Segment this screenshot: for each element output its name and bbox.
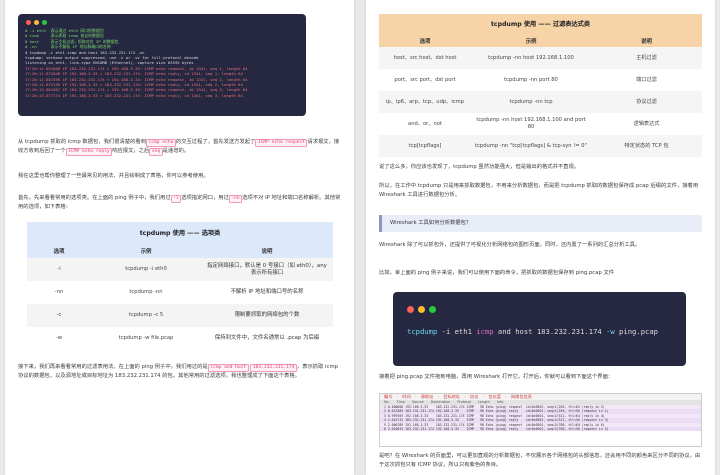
- terminal-command: tcpdump -i eth1 icmp and host 183.232.23…: [407, 327, 659, 336]
- table-cell: 主机过滤: [636, 54, 657, 61]
- table-cell: 端口过滤: [636, 76, 657, 83]
- inline-code: ICMP echo reply: [65, 148, 113, 156]
- table-cell: tcpdump -nn host 192.168.1.100: [488, 54, 574, 61]
- terminal-screenshot: # -i eth1 表示通过 eth1 网口抓数据包 # icmp 表示抓取 ic…: [18, 14, 306, 116]
- table-cell: -w: [55, 335, 63, 341]
- table-cell: tcpdump -nn port 80: [504, 76, 558, 83]
- wireshark-screenshot: 编号 · 时间 · 源地址 · 目标地址 · 协议 · 包长度 · 网络包信息 …: [379, 393, 702, 447]
- paragraph: 首先，先来看看常用的选项类。在上面的 ping 例子中，我们用过 -i 选项指定网口…: [18, 195, 341, 210]
- table-row: ip、ip6、arp、tcp、udp、icmp tcpdump -nn tcp 协议…: [379, 91, 702, 113]
- minimize-dot-icon: [418, 306, 425, 313]
- inline-code: ICMP echo request: [255, 139, 308, 147]
- table-cell: 指定网络接口，默认是 0 号接口（如 eth0），any 表示所有接口: [207, 262, 327, 276]
- column-header: 示例: [140, 249, 152, 255]
- terminal-line: 17:26:13.877274 IP 192.168.3.33 > 183.23…: [25, 92, 243, 98]
- minimize-dot-icon: [34, 20, 39, 25]
- inline-code: icmp and host: [207, 364, 249, 372]
- table-row: and、or、not tcpdump -nn host 192.168.1.100…: [379, 113, 702, 135]
- maximize-dot-icon: [42, 20, 47, 25]
- terminal-output: # -i eth1 表示通过 eth1 网口抓数据包 # icmp 表示抓取 ic…: [25, 28, 301, 98]
- window-controls: [407, 306, 436, 313]
- maximize-dot-icon: [429, 306, 436, 313]
- paragraph: 从 tcpdump 抓取的 icmp 数据包，我们很清楚的看到 icmp echo…: [18, 139, 340, 156]
- close-dot-icon: [407, 306, 414, 313]
- inline-code: icmp echo: [146, 139, 176, 147]
- wireshark-packet-row: 6 2.016625 183.232.231.174 192.168.3.33 …: [380, 426, 701, 432]
- paragraph: 我在这里也帮你整理了一些最常见的用法，并且绘制成了表格，你可以参考使用。: [18, 173, 209, 179]
- table-cell: port、src port、dst port: [394, 76, 456, 83]
- table-row: -i tcpdump -i eth0 指定网络接口，默认是 0 号接口（如 eth0…: [27, 258, 333, 281]
- table-cell: 保持到文件中，文件名通常以 .pcap 为后缀: [214, 335, 320, 341]
- table-title: tcpdump 使用 —— 选项类: [27, 222, 333, 244]
- table-cell: tcpdump -w file.pcap: [118, 335, 174, 341]
- terminal-screenshot: tcpdump -i eth1 icmp and host 183.232.23…: [393, 292, 686, 366]
- options-table: tcpdump 使用 —— 选项类 选项 示例 说明 -i tcpdump -i …: [27, 222, 333, 350]
- inline-code: -i: [170, 195, 182, 203]
- column-header: 选项: [419, 38, 431, 45]
- table-cell: 不解析 IP 地址和端口号的名称: [230, 289, 304, 295]
- paragraph: 所以，在工作中 tcpdump 只是用来抓取数据包，不用来分析数据包，而是把 t…: [379, 183, 699, 198]
- table-row: tcp[tcpflags] tcpdump -nn "tcp[tcpflags] …: [379, 135, 702, 157]
- table-cell: tcpdump -c 5: [128, 312, 164, 318]
- table-cell: tcpdump -nn "tcp[tcpflags] & tcp-syn != …: [475, 142, 587, 149]
- table-cell: 逻辑表达式: [633, 120, 660, 127]
- paragraph: Wireshark 除了可以抓包外，还提供了可视化分析网络包的图形页面，同时，还…: [379, 242, 641, 248]
- column-header: 选项: [53, 249, 65, 255]
- inline-code: 183.232.231.174: [250, 364, 297, 372]
- inline-code: seq: [149, 148, 163, 156]
- column-header: 说明: [641, 38, 652, 45]
- document-page-left: # -i eth1 表示通过 eth1 网口抓数据包 # icmp 表示抓取 ic…: [5, 0, 354, 475]
- table-cell: -c: [56, 312, 62, 318]
- close-dot-icon: [26, 20, 31, 25]
- table-cell: -i: [57, 266, 61, 272]
- table-cell: ip、ip6、arp、tcp、udp、icmp: [385, 98, 464, 105]
- paragraph: 接下来，我们再来看看常用的过滤表用法。在上面的 ping 例子中，我们用过的是 i…: [18, 364, 338, 379]
- column-header: 说明: [261, 249, 273, 255]
- wireshark-packet-list: 1 0.000000 192.168.3.33 183.232.231.174 …: [380, 405, 701, 432]
- table-row: -nn tcpdump -nn 不解析 IP 地址和端口号的名称: [27, 281, 333, 304]
- table-cell: host、src host、dst host: [393, 54, 457, 61]
- table-cell: tcp[tcpflags]: [408, 142, 442, 149]
- window-controls: [26, 20, 47, 25]
- table-cell: tcpdump -nn: [129, 289, 163, 295]
- table-cell: -nn: [54, 289, 64, 295]
- table-cell: 协议过滤: [636, 98, 657, 105]
- table-cell: tcpdump -nn host 192.168.1.100 and port …: [476, 117, 586, 130]
- table-row: host、src host、dst host tcpdump -nn host 1…: [379, 47, 702, 69]
- paragraph: 接着把 ping.pcap 文件拖到电脑，再用 Wireshark 打开它。打开…: [379, 374, 614, 380]
- document-page-right: tcpdump 使用 —— 过滤表达式类 选项 示例 说明 host、src h…: [366, 0, 715, 475]
- table-row: port、src port、dst port tcpdump -nn port 8…: [379, 69, 702, 91]
- table-row: -c tcpdump -c 5 限制要抓取的网络包的个数: [27, 304, 333, 327]
- table-title: tcpdump 使用 —— 过滤表达式类: [379, 14, 702, 34]
- paragraph: 是吧？在 Wireshark 的页面里，可以更加直观的分析数据包，不仅展示各个网…: [379, 453, 701, 468]
- section-heading-note: Wireshark 工具如何分析数据包？: [379, 215, 702, 232]
- table-cell: 特定状态的 TCP 包: [624, 142, 669, 149]
- table-row: -w tcpdump -w file.pcap 保持到文件中，文件名通常以 .pca…: [27, 327, 333, 350]
- table-cell: 限制要抓取的网络包的个数: [234, 312, 300, 318]
- table-cell: tcpdump -nn tcp: [509, 98, 553, 105]
- paragraph: 比如，拿上面的 ping 例子来说，我们可以使用下面的命令，把抓取的数据包保存到…: [379, 270, 615, 276]
- column-header: 示例: [525, 38, 537, 45]
- table-cell: and、or、not: [408, 120, 442, 127]
- filter-table: tcpdump 使用 —— 过滤表达式类 选项 示例 说明 host、src h…: [379, 14, 702, 157]
- table-cell: tcpdump -i eth0: [125, 266, 167, 272]
- inline-code: -nn: [228, 195, 243, 203]
- paragraph: 说了这么多，你应该也发现了，tcpdump 虽然功能强大，但是输出的格式并不直观…: [379, 164, 580, 170]
